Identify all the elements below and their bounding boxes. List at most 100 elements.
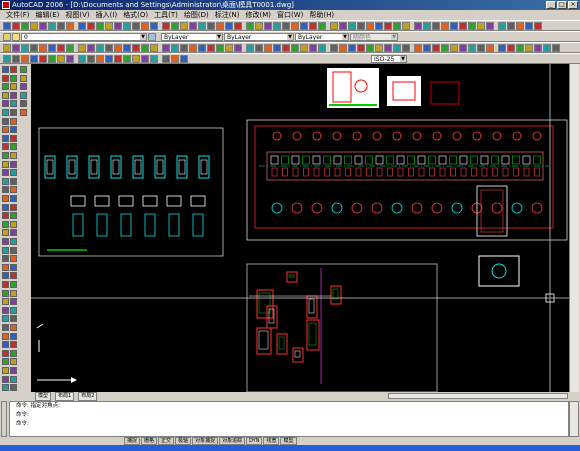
toolbar-tool-icon[interactable] [507,21,515,30]
lineweight-dropdown[interactable]: ByLayer ▼ [295,32,349,41]
draw-tool-icon[interactable] [10,315,17,323]
draw-tool-icon[interactable] [2,238,9,245]
draw-tool-icon[interactable] [20,100,27,108]
draw-tool-icon[interactable] [2,220,9,228]
toolbar-tool-icon[interactable] [525,21,533,30]
draw-tool-icon[interactable] [2,315,9,323]
toolbar-tool-icon[interactable] [3,43,11,52]
toolbar-tool-icon[interactable] [516,21,524,30]
toolbar-tool-icon[interactable] [30,43,38,52]
command-scrollbar[interactable] [569,401,579,437]
toolbar-tool-icon[interactable] [132,21,140,30]
draw-tool-icon[interactable] [10,83,17,91]
toolbar-tool-icon[interactable] [441,43,449,52]
menu-edit[interactable]: 编辑(E) [33,10,63,20]
draw-tool-icon[interactable] [2,126,9,134]
draw-tool-icon[interactable] [2,186,9,194]
toolbar-tool-icon[interactable] [330,21,338,30]
toolbar-tool-icon[interactable] [105,43,113,52]
draw-tool-icon[interactable] [2,289,9,297]
toolbar-tool-icon[interactable] [318,21,326,30]
menu-file[interactable]: 文件(F) [3,10,33,20]
draw-tool-icon[interactable] [10,134,17,142]
toolbar-tool-icon[interactable] [21,43,29,52]
toolbar-tool-icon[interactable] [180,54,188,63]
tab-layout1[interactable]: 布局1 [55,391,75,401]
toolbar-tool-icon[interactable] [105,21,113,30]
toolbar-tool-icon[interactable] [339,21,347,30]
color-dropdown[interactable]: ByLayer ▼ [161,32,223,41]
draw-tool-icon[interactable] [2,100,9,108]
draw-tool-icon[interactable] [2,203,9,211]
toolbar-tool-icon[interactable] [432,43,440,52]
toolbar-tool-icon[interactable] [207,21,215,30]
toolbar-tool-icon[interactable] [114,54,122,63]
toolbar-tool-icon[interactable] [150,21,158,30]
toolbar-tool-icon[interactable] [198,43,206,52]
menu-help[interactable]: 帮助(H) [306,10,337,20]
draw-tool-icon[interactable] [2,212,9,220]
draw-tool-icon[interactable] [10,109,17,116]
toolbar-tool-icon[interactable] [468,43,476,52]
draw-tool-icon[interactable] [2,229,9,237]
layer-manager-icon[interactable] [3,32,11,41]
toolbar-tool-icon[interactable] [264,43,272,52]
draw-tool-icon[interactable] [10,117,17,125]
draw-tool-icon[interactable] [2,134,9,142]
toolbar-tool-icon[interactable] [543,43,551,52]
command-window[interactable]: 命令: 指定对角点: 命令: 命令: [9,401,569,437]
osnap-toggle[interactable]: 对象捕捉 [192,437,219,445]
horizontal-scrollbar[interactable] [388,393,568,399]
draw-tool-icon[interactable] [10,341,17,349]
draw-tool-icon[interactable] [10,91,17,99]
toolbar-tool-icon[interactable] [105,54,113,63]
toolbar-tool-icon[interactable] [180,21,188,30]
draw-tool-icon[interactable] [2,109,9,116]
toolbar-tool-icon[interactable] [132,43,140,52]
draw-tool-icon[interactable] [10,100,17,108]
draw-tool-icon[interactable] [2,195,9,202]
toolbar-tool-icon[interactable] [96,54,104,63]
draw-tool-icon[interactable] [10,332,17,340]
dimstyle-dropdown[interactable]: ISO-25 ▼ [371,54,407,63]
draw-tool-icon[interactable] [2,74,9,82]
toolbar-tool-icon[interactable] [402,43,410,52]
toolbar-tool-icon[interactable] [348,21,356,30]
draw-tool-icon[interactable] [10,186,17,194]
toolbar-tool-icon[interactable] [459,43,467,52]
toolbar-tool-icon[interactable] [300,21,308,30]
toolbar-tool-icon[interactable] [189,21,197,30]
toolbar-tool-icon[interactable] [12,43,20,52]
toolbar-tool-icon[interactable] [534,43,542,52]
draw-tool-icon[interactable] [10,126,17,134]
toolbar-tool-icon[interactable] [225,43,233,52]
draw-tool-icon[interactable] [10,66,17,73]
toolbar-tool-icon[interactable] [87,54,95,63]
draw-tool-icon[interactable] [10,349,17,357]
toolbar-tool-icon[interactable] [234,43,242,52]
toolbar-tool-icon[interactable] [477,43,485,52]
draw-tool-icon[interactable] [10,298,17,306]
polar-toggle[interactable]: 极轴 [175,437,192,445]
toolbar-tool-icon[interactable] [48,21,56,30]
layer-state-icon[interactable] [12,32,20,41]
toolbar-tool-icon[interactable] [459,21,467,30]
draw-tool-icon[interactable] [10,152,17,159]
draw-tool-icon[interactable] [2,281,9,288]
draw-tool-icon[interactable] [20,83,27,91]
toolbar-tool-icon[interactable] [393,21,401,30]
draw-tool-icon[interactable] [10,203,17,211]
toolbar-tool-icon[interactable] [96,43,104,52]
toolbar-tool-icon[interactable] [348,43,356,52]
plotstyle-dropdown[interactable]: 随颜色 ▼ [350,32,398,41]
toolbar-tool-icon[interactable] [432,21,440,30]
drawing-canvas[interactable] [31,64,579,392]
draw-tool-icon[interactable] [2,298,9,306]
toolbar-tool-icon[interactable] [216,21,224,30]
toolbar-tool-icon[interactable] [66,21,74,30]
toolbar-tool-icon[interactable] [162,43,170,52]
draw-tool-icon[interactable] [10,263,17,271]
toolbar-tool-icon[interactable] [141,21,149,30]
toolbar-tool-icon[interactable] [402,21,410,30]
toolbar-tool-icon[interactable] [57,21,65,30]
